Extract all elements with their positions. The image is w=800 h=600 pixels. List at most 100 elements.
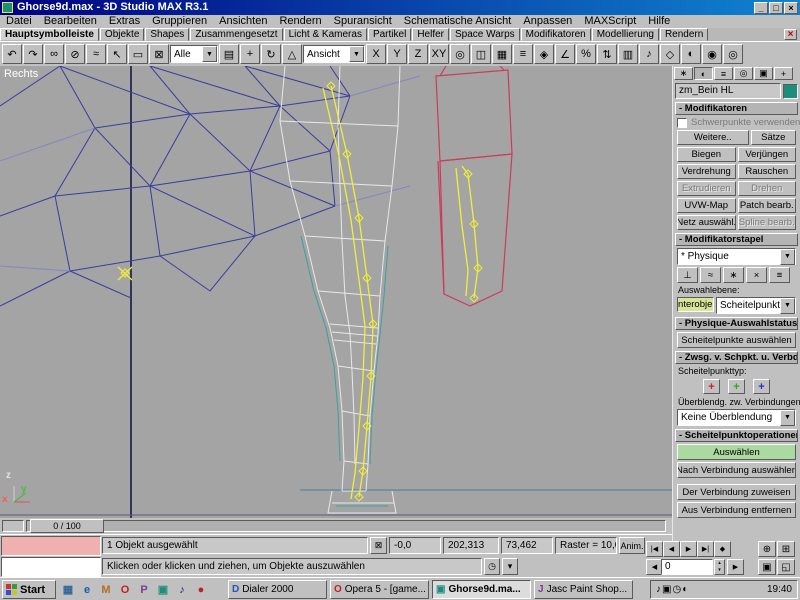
named-selections-icon[interactable]: ▥ <box>618 44 638 64</box>
prev-frame-button[interactable]: ◀ <box>663 541 680 557</box>
percent-snap-icon[interactable]: % <box>576 44 596 64</box>
rollout-vertex-operations[interactable]: - Scheitelpunktoperationen <box>675 429 798 442</box>
min-max-toggle-icon[interactable]: ◱ <box>777 559 795 575</box>
modifier-button[interactable]: Drehen <box>737 181 796 196</box>
time-tag-icon[interactable]: ◷ <box>484 558 500 575</box>
menu-item[interactable]: Hilfe <box>642 15 676 28</box>
remove-modifier-icon[interactable]: × <box>746 267 767 283</box>
mirror-icon[interactable]: ◫ <box>471 44 491 64</box>
task-button[interactable]: ▣ Ghorse9d.ma... <box>432 580 531 599</box>
coord-z-field[interactable]: 73,462 <box>501 537 553 554</box>
selection-filter-dropdown[interactable]: Alle ▼ <box>170 45 218 63</box>
modifier-button[interactable]: Biegen <box>677 147 736 162</box>
axis-z-button[interactable]: Z <box>408 44 428 64</box>
crossing-icon[interactable]: ⊠ <box>149 44 169 64</box>
menu-item[interactable]: Bearbeiten <box>38 15 103 28</box>
rollout-modifier-stack[interactable]: - Modifikatorstapel <box>675 233 798 246</box>
close-icon[interactable]: × <box>784 1 798 14</box>
modifier-button[interactable]: Verjüngen <box>737 147 796 162</box>
menu-item[interactable]: Spuransicht <box>328 15 398 28</box>
subobject-button[interactable]: Unterobjekt <box>677 297 714 312</box>
unlink-icon[interactable]: ⊘ <box>65 44 85 64</box>
make-unique-icon[interactable]: ∗ <box>723 267 744 283</box>
vertex-operation-button[interactable]: Aus Verbindung entfernen <box>677 502 796 518</box>
maximize-icon[interactable]: □ <box>769 1 783 14</box>
volume-icon[interactable]: ♪ <box>656 584 661 595</box>
toolbar-tab[interactable]: Licht & Kameras <box>283 28 367 41</box>
frame-fwd-button[interactable]: ▶ <box>727 559 744 575</box>
toolbar-tab[interactable]: Rendern <box>659 28 709 41</box>
animate-button[interactable]: Anim. <box>619 537 645 554</box>
modifier-button[interactable]: Verdrehung <box>677 164 736 179</box>
rollout-selection-status[interactable]: - Physique-Auswahlstatus <box>675 317 798 330</box>
tabbar-close-icon[interactable]: × <box>784 29 797 40</box>
modifier-button[interactable]: Extrudieren <box>677 181 736 196</box>
scale-icon[interactable]: △ <box>282 44 302 64</box>
quick-render-icon[interactable]: ◎ <box>723 44 743 64</box>
track-view-icon[interactable]: ♪ <box>639 44 659 64</box>
maxscript-mini-listener[interactable] <box>1 557 101 577</box>
menu-item[interactable]: Extras <box>103 15 146 28</box>
start-button[interactable]: Start <box>2 580 56 599</box>
key-mode-button[interactable]: ◆ <box>714 541 731 557</box>
modifier-sets-button[interactable]: Sätze <box>750 130 796 145</box>
menu-item[interactable]: Rendern <box>273 15 327 28</box>
move-icon[interactable]: + <box>240 44 260 64</box>
deformable-vertex-icon[interactable]: + <box>703 379 720 394</box>
select-icon[interactable]: ↖ <box>107 44 127 64</box>
lock-selection-icon[interactable]: ⊠ <box>370 537 387 554</box>
pin-stack-icon[interactable]: ⊥ <box>677 267 698 283</box>
select-vertices-button[interactable]: Scheitelpunkte auswählen <box>677 332 796 348</box>
schematic-view-icon[interactable]: ◇ <box>660 44 680 64</box>
toolbar-tab[interactable]: Zusammengesetzt <box>190 28 283 41</box>
rigid-vertex-icon[interactable]: + <box>728 379 745 394</box>
subobject-level-dropdown[interactable]: Scheitelpunkt ▼ <box>715 297 796 314</box>
menu-item[interactable]: MAXScript <box>578 15 642 28</box>
rollout-vertex-link[interactable]: - Zwsg. v. Schpkt. u. Verbdg. <box>675 351 798 364</box>
toolbar-tab[interactable]: Hauptsymbolleiste <box>0 28 99 41</box>
minimize-icon[interactable]: _ <box>754 1 768 14</box>
modifier-button[interactable]: Spline bearb. <box>737 215 796 230</box>
menu-item[interactable]: Schematische Ansicht <box>398 15 518 28</box>
play-button[interactable]: ▶ <box>680 541 697 557</box>
select-by-name-icon[interactable]: ▤ <box>219 44 239 64</box>
prompt-options-icon[interactable]: ▾ <box>502 558 518 575</box>
redo-icon[interactable]: ↷ <box>23 44 43 64</box>
vertex-operation-button[interactable]: Nach Verbindung auswählen <box>677 462 796 478</box>
spinner-snap-icon[interactable]: ⇅ <box>597 44 617 64</box>
menu-item[interactable]: Ansichten <box>213 15 273 28</box>
chevron-down-icon[interactable]: ▼ <box>780 297 795 314</box>
task-button[interactable]: O Opera 5 - [game... <box>330 580 429 599</box>
link-icon[interactable]: ∞ <box>44 44 64 64</box>
toolbar-tab[interactable]: Objekte <box>99 28 145 41</box>
ie-icon[interactable]: e <box>79 582 95 598</box>
reference-coordsys-dropdown[interactable]: Ansicht ▼ <box>303 45 365 63</box>
object-name-field[interactable]: zm_Bein HL <box>675 83 781 99</box>
current-time-field[interactable]: 0 <box>661 559 713 575</box>
toolbar-tab[interactable]: Partikel <box>367 28 412 41</box>
chevron-down-icon[interactable]: ▼ <box>780 248 795 265</box>
stack-settings-icon[interactable]: ≡ <box>769 267 790 283</box>
rollout-modifiers[interactable]: - Modifikatoren <box>675 102 798 115</box>
axis-xy-button[interactable]: XY <box>429 44 449 64</box>
menu-item[interactable]: Gruppieren <box>146 15 213 28</box>
display-tab-icon[interactable]: ▣ <box>754 67 773 80</box>
outlook-icon[interactable]: M <box>98 582 114 598</box>
toolbar-tab[interactable]: Helfer <box>412 28 449 41</box>
zoom-extents-icon[interactable]: ⊞ <box>777 541 795 557</box>
app-icon[interactable] <box>2 2 13 13</box>
region-type-icon[interactable]: ▭ <box>128 44 148 64</box>
modify-tab-icon[interactable]: ◐ <box>694 67 713 80</box>
time-slider-thumb[interactable]: 0 / 100 <box>30 519 104 533</box>
show-end-result-icon[interactable]: ≈ <box>700 267 721 283</box>
array-icon[interactable]: ▦ <box>492 44 512 64</box>
toolbar-tab[interactable]: Modellierung <box>591 28 659 41</box>
max-icon[interactable]: ▣ <box>155 582 171 598</box>
menu-item[interactable]: Datei <box>0 15 38 28</box>
bind-spacewarp-icon[interactable]: ≈ <box>86 44 106 64</box>
blending-dropdown[interactable]: Keine Überblendung ▼ <box>677 409 796 426</box>
create-tab-icon[interactable]: ∗ <box>674 67 693 80</box>
zoom-icon[interactable]: ⊕ <box>758 541 776 557</box>
show-desktop-icon[interactable]: ▦ <box>60 582 76 598</box>
menu-item[interactable]: Anpassen <box>517 15 578 28</box>
